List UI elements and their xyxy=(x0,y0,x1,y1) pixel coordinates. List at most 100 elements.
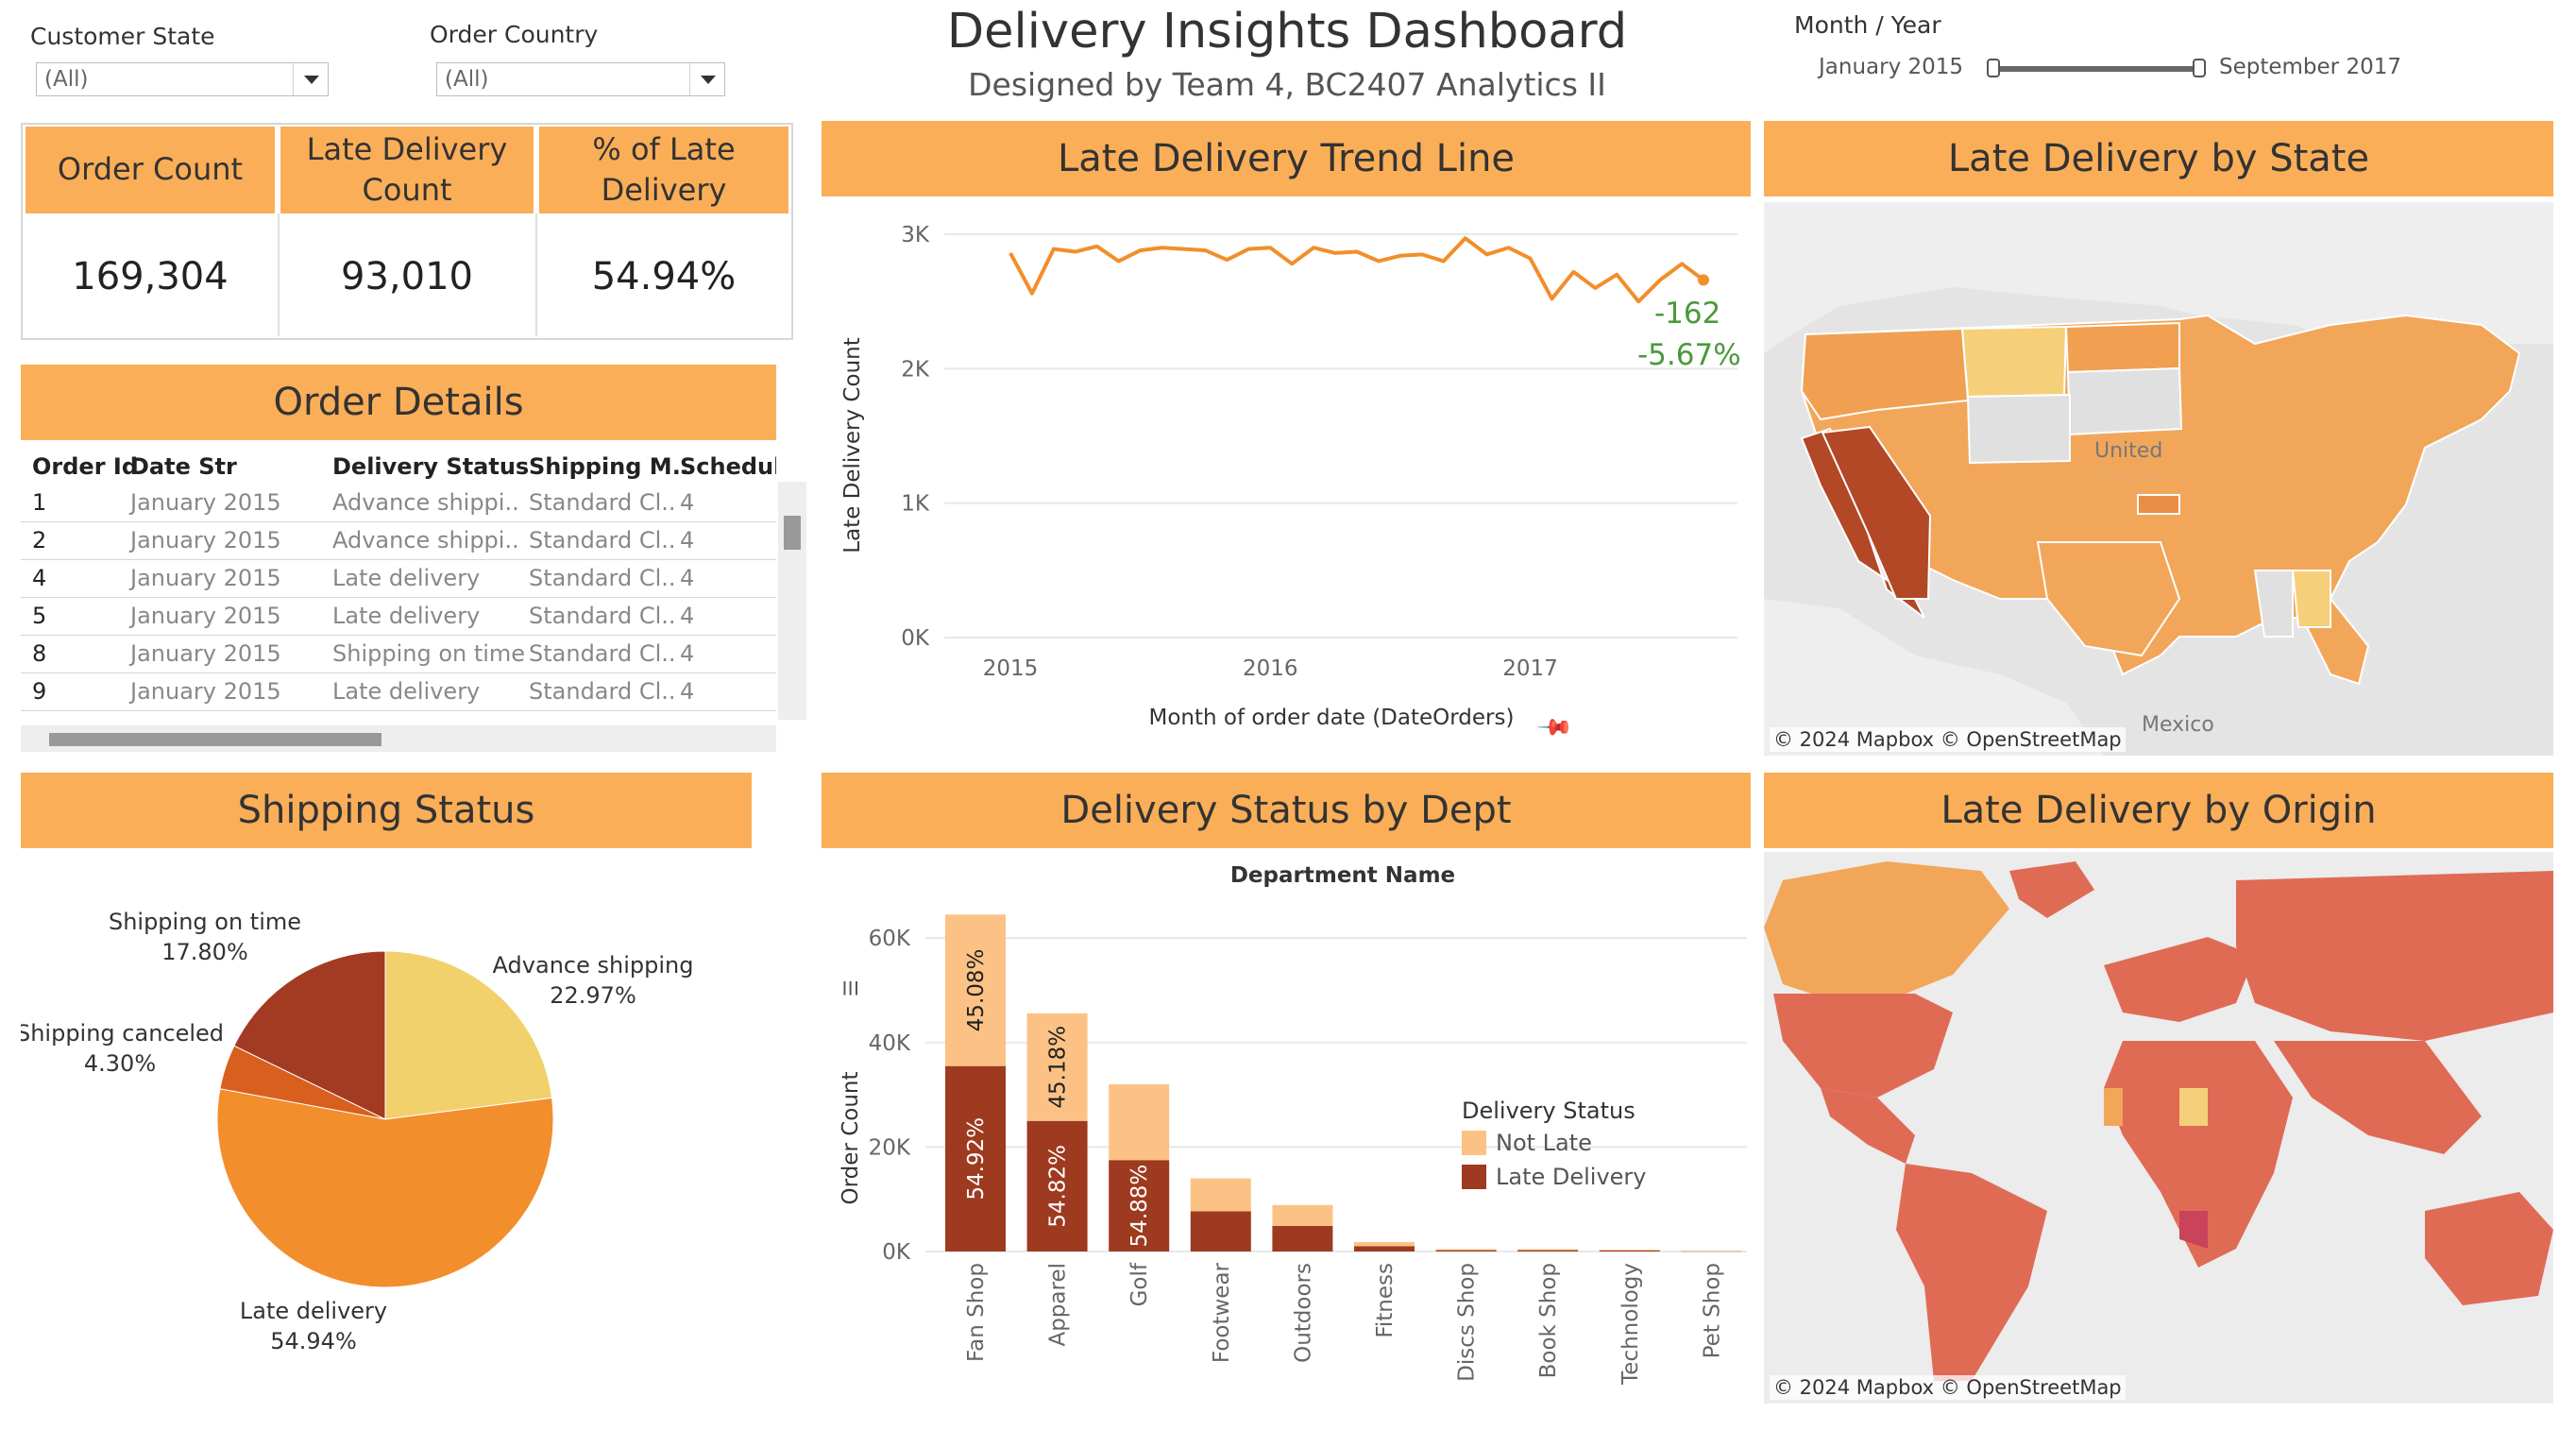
scrollbar-thumb[interactable] xyxy=(49,733,381,746)
order-country-select[interactable]: (All) xyxy=(436,62,725,96)
y-tick-label: 60K xyxy=(869,927,911,951)
y-tick-label: 2K xyxy=(901,357,930,382)
kpi-late-pct-header: % of Late Delivery xyxy=(539,127,788,213)
chevron-down-icon[interactable] xyxy=(293,63,328,95)
table-body: 1 January 2015 Advance shippi.. Standard Cl… xyxy=(21,484,776,720)
state-map-credit: © 2024 Mapbox © OpenStreetMap xyxy=(1770,727,2126,752)
pie-label: Advance shipping xyxy=(493,952,694,979)
table-cell: 9 xyxy=(32,678,47,705)
table-cell: 4 xyxy=(680,489,695,516)
table-cell: Standard Cl.. xyxy=(529,527,676,553)
order-details-title: Order Details xyxy=(21,365,776,440)
col-header-order-id[interactable]: Order Id xyxy=(32,453,138,480)
col-header-date-str[interactable]: Date Str xyxy=(130,453,237,480)
region-west-africa xyxy=(2104,1088,2123,1126)
x-tick-label: Fitness xyxy=(1373,1263,1398,1338)
legend-swatch-not-late xyxy=(1462,1131,1486,1155)
state-north-dakota xyxy=(2064,321,2180,374)
y-axis-title: Order Count xyxy=(839,1072,863,1205)
table-cell: January 2015 xyxy=(130,527,281,553)
pie-label: Late delivery xyxy=(240,1298,387,1324)
table-cell: Standard Cl.. xyxy=(529,640,676,667)
table-cell: 8 xyxy=(32,640,47,667)
slider-end-handle[interactable] xyxy=(2193,59,2206,77)
scrollbar-thumb[interactable] xyxy=(784,516,801,550)
dept-chart-title: Delivery Status by Dept xyxy=(822,773,1751,848)
x-tick-label: 2016 xyxy=(1243,656,1298,681)
month-year-start: January 2015 xyxy=(1819,55,1964,79)
shipping-status-title: Shipping Status xyxy=(21,773,752,848)
legend-label-late-delivery: Late Delivery xyxy=(1496,1164,1647,1190)
trend-chart: 0K 1K 2K 3K 2015 2016 2017 Month of order date … xyxy=(840,223,1737,730)
origin-map-credit: © 2024 Mapbox © OpenStreetMap xyxy=(1770,1375,2126,1400)
table-cell: Late delivery xyxy=(332,678,481,705)
origin-map-svg xyxy=(1764,852,2553,1404)
bar-segment-label: 54.88% xyxy=(1127,1165,1152,1248)
bar-not-late xyxy=(1109,1084,1170,1161)
x-tick-label: Pet Shop xyxy=(1700,1263,1724,1358)
table-cell: Late delivery xyxy=(332,565,481,591)
bar-late-delivery xyxy=(1190,1211,1251,1251)
origin-map[interactable]: © 2024 Mapbox © OpenStreetMap xyxy=(1764,852,2553,1404)
table-cell: January 2015 xyxy=(130,640,281,667)
table-row[interactable]: 1 January 2015 Advance shippi.. Standard Cl… xyxy=(21,484,776,522)
chevron-down-icon[interactable] xyxy=(689,63,724,95)
kpi-late-count-header: Late Delivery Count xyxy=(280,127,534,213)
pie-label: Shipping on time xyxy=(109,909,301,935)
y-tick-label: 1K xyxy=(901,492,930,517)
table-row[interactable]: 8 January 2015 Shipping on time Standard Cl… xyxy=(21,635,776,673)
y-tick-label: 0K xyxy=(901,626,930,651)
bar-not-late xyxy=(1272,1204,1333,1226)
pie-value-label: 22.97% xyxy=(550,982,636,1009)
legend-title: Delivery Status xyxy=(1462,1098,1635,1124)
table-row[interactable]: 4 January 2015 Late delivery Standard Cl.. 4 xyxy=(21,559,776,598)
customer-state-select[interactable]: (All) xyxy=(36,62,329,96)
origin-map-title: Late Delivery by Origin xyxy=(1764,773,2553,848)
customer-state-value: (All) xyxy=(44,67,89,92)
table-cell: Advance shippi.. xyxy=(332,527,519,553)
sort-icon[interactable]: ☰ xyxy=(839,979,862,996)
order-details-table[interactable]: Order Id Date Str Delivery Status Shippi… xyxy=(21,444,776,756)
table-row[interactable]: 5 January 2015 Late delivery Standard Cl.. 4 xyxy=(21,597,776,636)
legend-item-late-delivery[interactable]: Late Delivery xyxy=(1462,1164,1688,1190)
slider-track xyxy=(1994,66,2198,72)
table-cell: Standard Cl.. xyxy=(529,489,676,516)
table-horizontal-scrollbar[interactable] xyxy=(21,725,776,752)
trend-line xyxy=(1008,236,1705,304)
col-header-shipping-mode[interactable]: Shipping M.. xyxy=(529,453,689,480)
table-cell: January 2015 xyxy=(130,565,281,591)
state-montana xyxy=(1960,325,2068,399)
month-year-slider[interactable] xyxy=(1987,59,2206,79)
trend-change-pct: -5.67% xyxy=(1637,338,1741,372)
legend-item-not-late[interactable]: Not Late xyxy=(1462,1130,1688,1156)
col-header-schedule[interactable]: Schedule xyxy=(680,453,776,480)
region-sahel xyxy=(2179,1088,2208,1126)
table-row[interactable]: 9 January 2015 Late delivery Standard Cl.. 4 xyxy=(21,672,776,711)
order-country-label: Order Country xyxy=(430,21,599,48)
table-cell: 1 xyxy=(32,489,47,516)
state-map[interactable]: United States Mexico © 2024 Mapbox © Ope… xyxy=(1764,202,2553,756)
y-tick-label: 20K xyxy=(869,1135,911,1160)
kpi-order-count-value: 169,304 xyxy=(72,255,229,298)
table-cell: January 2015 xyxy=(130,678,281,705)
y-tick-label: 40K xyxy=(869,1031,911,1056)
table-row[interactable]: 2 January 2015 Advance shippi.. Standard Cl… xyxy=(21,521,776,560)
trend-title: Late Delivery Trend Line xyxy=(822,121,1751,196)
dept-legend: Delivery Status Not Late Late Delivery xyxy=(1462,1098,1688,1190)
customer-state-label: Customer State xyxy=(30,23,215,50)
state-wyoming xyxy=(1966,393,2071,465)
bar-segment-label: 45.18% xyxy=(1046,1026,1071,1109)
bar-segment-label: 54.92% xyxy=(964,1117,989,1200)
state-alabama xyxy=(2291,570,2331,628)
col-header-delivery-status[interactable]: Delivery Status xyxy=(332,453,529,480)
state-south-dakota xyxy=(2066,366,2183,436)
kpi-late-count-value: 93,010 xyxy=(341,255,473,298)
x-tick-label: Fan Shop xyxy=(964,1263,989,1362)
x-tick-label: Outdoors xyxy=(1291,1263,1315,1363)
slider-start-handle[interactable] xyxy=(1987,59,2000,77)
kpi-order-count-header: Order Count xyxy=(25,127,275,213)
table-vertical-scrollbar[interactable] xyxy=(778,482,806,720)
y-tick-label: 3K xyxy=(901,223,930,247)
x-tick-label: Technology xyxy=(1618,1263,1643,1386)
table-cell: 4 xyxy=(680,678,695,705)
